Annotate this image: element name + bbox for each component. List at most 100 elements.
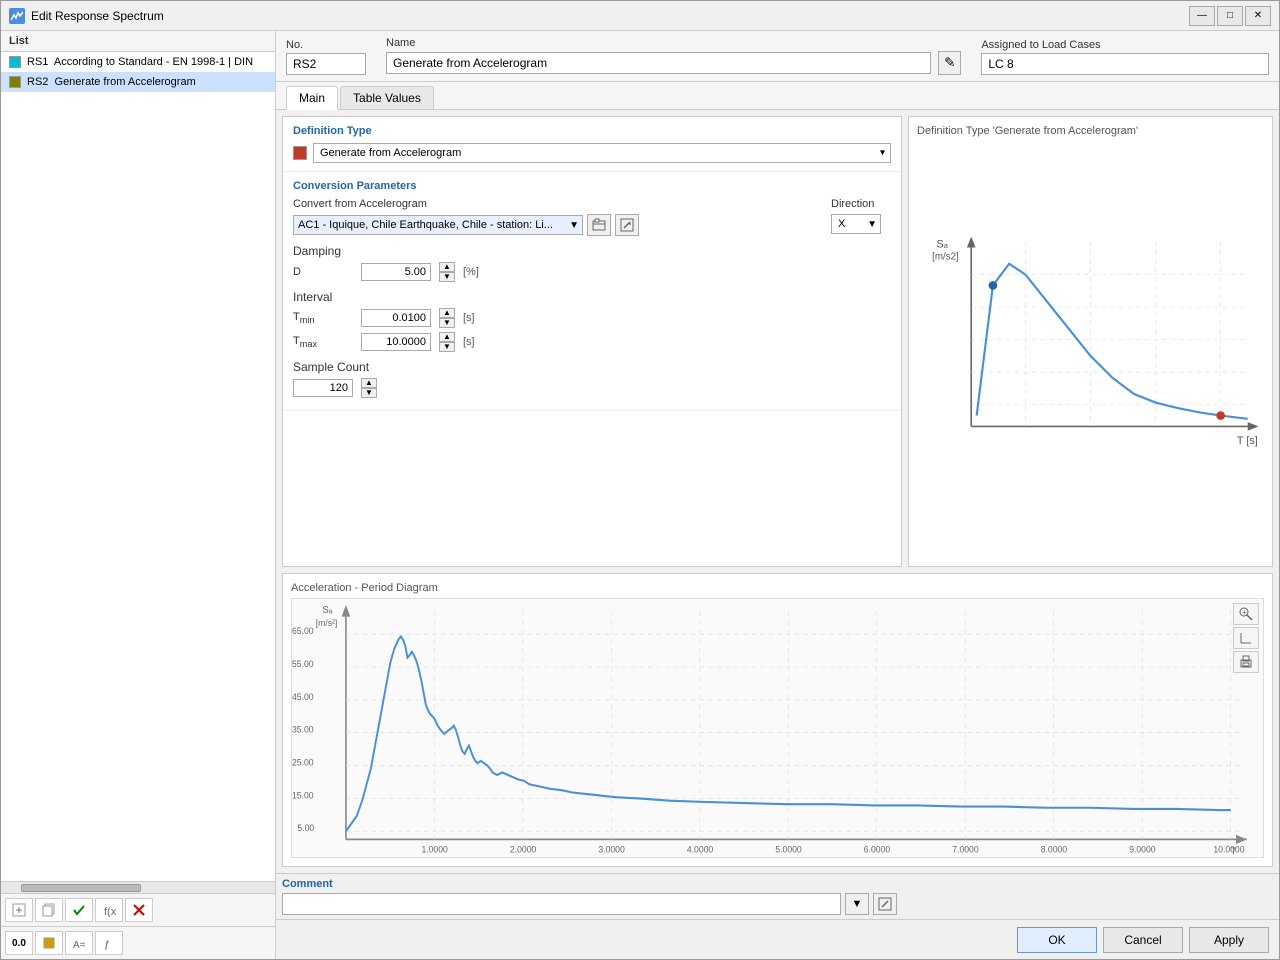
damping-group: Damping D ▲ ▼ [%] [293, 244, 891, 282]
sample-count-spinner: ▲ ▼ [361, 378, 377, 398]
comment-dropdown-button[interactable]: ▼ [845, 893, 869, 915]
definition-type-row: Generate from Accelerogram [293, 143, 891, 163]
comment-edit-button[interactable] [873, 893, 897, 915]
damping-up[interactable]: ▲ [439, 262, 455, 272]
damping-down[interactable]: ▼ [439, 272, 455, 282]
tmax-unit: [s] [463, 336, 475, 348]
app-icon [9, 8, 25, 24]
diagram-svg: Sₐ [m/s2] T [s] [917, 143, 1264, 558]
svg-text:10.0000: 10.0000 [1213, 844, 1244, 854]
bottom-chart-title: Acceleration - Period Diagram [291, 582, 1264, 594]
sample-count-label: Sample Count [293, 360, 891, 374]
title-bar-controls: — □ ✕ [1189, 6, 1271, 26]
main-window: Edit Response Spectrum — □ ✕ List RS1 Ac… [0, 0, 1280, 960]
svg-text:5.00: 5.00 [297, 823, 314, 833]
svg-text:45.00: 45.00 [292, 692, 314, 702]
svg-text:+: + [15, 903, 22, 917]
ok-button[interactable]: OK [1017, 927, 1097, 953]
item-icon-rs1 [9, 56, 21, 68]
tmax-label: Tmax [293, 335, 353, 349]
accelerogram-edit-button[interactable] [615, 214, 639, 236]
item-label-rs2: RS2 Generate from Accelerogram [27, 76, 196, 88]
sample-count-down[interactable]: ▼ [361, 388, 377, 398]
chart-toolbar: + [1233, 603, 1259, 673]
svg-text:35.00: 35.00 [292, 724, 314, 734]
form-panel: Definition Type Generate from Accelerogr… [282, 116, 902, 567]
direction-select[interactable]: X Y Z [831, 214, 881, 234]
sample-count-input[interactable] [293, 379, 353, 397]
svg-text:ƒ: ƒ [104, 939, 110, 950]
comment-input[interactable] [282, 893, 841, 915]
no-input[interactable] [286, 53, 366, 75]
copy-button[interactable] [35, 898, 63, 922]
svg-text:[m/s²]: [m/s²] [316, 618, 338, 628]
add-button[interactable]: + [5, 898, 33, 922]
name-label: Name [386, 37, 961, 49]
cancel-button[interactable]: Cancel [1103, 927, 1183, 953]
accelerogram-label: Convert from Accelerogram [293, 198, 811, 210]
label-button[interactable]: A= [65, 931, 93, 955]
accelerogram-browse-button[interactable] [587, 214, 611, 236]
name-field: Name ✎ [386, 37, 961, 75]
sample-count-row: ▲ ▼ [293, 378, 891, 398]
tmin-label: Tmin [293, 311, 353, 325]
tmax-up[interactable]: ▲ [439, 332, 455, 342]
assigned-input[interactable] [981, 53, 1269, 75]
svg-text:4.0000: 4.0000 [687, 844, 713, 854]
zero-button[interactable]: 0.0 [5, 931, 33, 955]
svg-text:7.0000: 7.0000 [952, 844, 978, 854]
tmax-down[interactable]: ▼ [439, 342, 455, 352]
info-bar: No. Name ✎ Assigned to Load Cases [276, 31, 1279, 82]
damping-input[interactable] [361, 263, 431, 281]
conversion-row: Convert from Accelerogram AC1 - Iquique,… [293, 198, 891, 236]
svg-text:6.0000: 6.0000 [864, 844, 890, 854]
left-panel: List RS1 According to Standard - EN 1998… [1, 31, 276, 959]
chart-axis-button[interactable] [1233, 627, 1259, 649]
svg-text:15.00: 15.00 [292, 790, 314, 800]
conversion-section: Conversion Parameters Convert from Accel… [283, 172, 901, 411]
sample-count-up[interactable]: ▲ [361, 378, 377, 388]
function-button[interactable]: f(x) [95, 898, 123, 922]
conversion-title: Conversion Parameters [293, 180, 891, 192]
minimize-button[interactable]: — [1189, 6, 1215, 26]
scrollbar-horizontal[interactable] [1, 881, 275, 893]
interval-group: Interval Tmin ▲ ▼ [s] [293, 290, 891, 352]
name-input[interactable] [386, 52, 931, 74]
chart-zoom-button[interactable]: + [1233, 603, 1259, 625]
list-item[interactable]: RS1 According to Standard - EN 1998-1 | … [1, 52, 275, 72]
accelerogram-row: AC1 - Iquique, Chile Earthquake, Chile -… [293, 214, 811, 236]
accelerogram-select[interactable]: AC1 - Iquique, Chile Earthquake, Chile -… [293, 215, 583, 235]
scrollbar-thumb[interactable] [21, 884, 141, 892]
tab-table-values[interactable]: Table Values [340, 86, 434, 109]
no-field: No. [286, 39, 366, 75]
svg-text:f(x): f(x) [104, 906, 116, 917]
svg-text:25.00: 25.00 [292, 757, 314, 767]
damping-label: Damping [293, 244, 891, 258]
svg-text:2.0000: 2.0000 [510, 844, 536, 854]
maximize-button[interactable]: □ [1217, 6, 1243, 26]
main-content: List RS1 According to Standard - EN 1998… [1, 31, 1279, 959]
comment-label: Comment [282, 878, 897, 890]
tab-main[interactable]: Main [286, 86, 338, 110]
right-panel: No. Name ✎ Assigned to Load Cases Ma [276, 31, 1279, 959]
name-edit-button[interactable]: ✎ [938, 51, 961, 75]
diagram-panel: Definition Type 'Generate from Accelerog… [908, 116, 1273, 567]
square-button[interactable] [35, 931, 63, 955]
check-button[interactable] [65, 898, 93, 922]
svg-text:[m/s2]: [m/s2] [932, 251, 959, 262]
tmin-input[interactable] [361, 309, 431, 327]
close-button[interactable]: ✕ [1245, 6, 1271, 26]
tmin-up[interactable]: ▲ [439, 308, 455, 318]
tmin-down[interactable]: ▼ [439, 318, 455, 328]
damping-spinner: ▲ ▼ [439, 262, 455, 282]
delete-button[interactable] [125, 898, 153, 922]
definition-type-select[interactable]: Generate from Accelerogram [313, 143, 891, 163]
svg-text:+: + [1242, 608, 1247, 617]
function2-button[interactable]: ƒ [95, 931, 123, 955]
chart-print-button[interactable] [1233, 651, 1259, 673]
diagram-chart: Sₐ [m/s2] T [s] [917, 143, 1264, 558]
apply-button[interactable]: Apply [1189, 927, 1269, 953]
list-item-selected[interactable]: RS2 Generate from Accelerogram [1, 72, 275, 92]
tmax-input[interactable] [361, 333, 431, 351]
svg-text:65.00: 65.00 [292, 626, 314, 636]
